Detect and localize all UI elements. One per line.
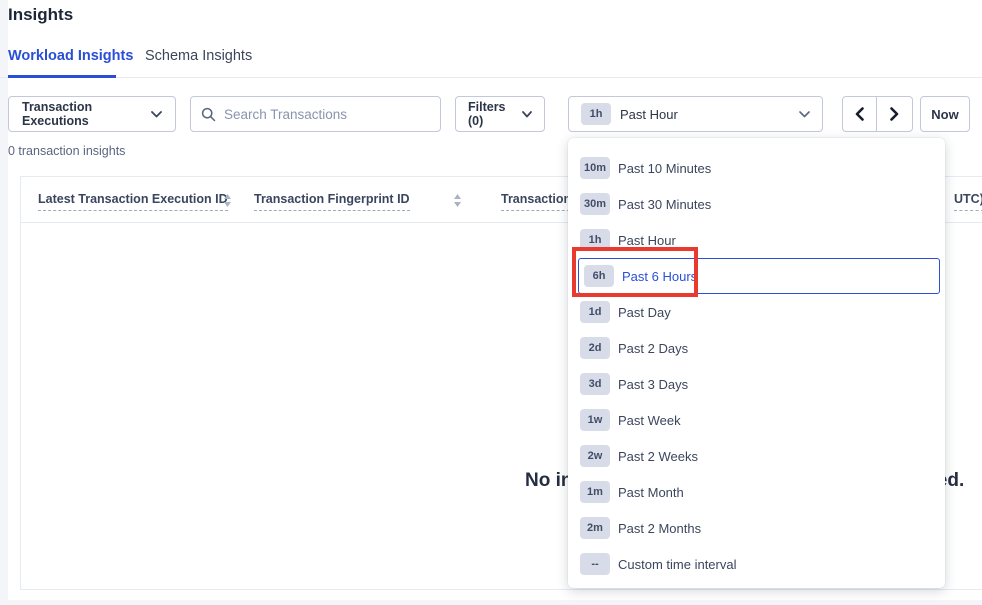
tab-workload-insights[interactable]: Workload Insights bbox=[8, 48, 133, 64]
annotation-rectangle bbox=[572, 247, 698, 297]
search-box[interactable] bbox=[190, 96, 441, 132]
time-option-past-month[interactable]: 1m Past Month bbox=[568, 474, 945, 510]
filters-label: Filters (0) bbox=[468, 100, 522, 128]
chevron-down-icon bbox=[522, 111, 532, 118]
search-icon bbox=[201, 107, 216, 122]
tab-schema-insights[interactable]: Schema Insights bbox=[145, 48, 252, 64]
time-interval-label: Past Hour bbox=[620, 107, 678, 122]
page-title: Insights bbox=[8, 5, 73, 25]
insights-count: 0 transaction insights bbox=[8, 144, 125, 158]
column-header-latest-transaction-execution-id[interactable]: Latest Transaction Execution ID bbox=[38, 192, 228, 206]
time-interval-select[interactable]: 1h Past Hour bbox=[568, 96, 823, 132]
time-interval-badge: 1h bbox=[581, 103, 611, 125]
active-tab-underline bbox=[8, 75, 116, 78]
time-option-past-2-days[interactable]: 2d Past 2 Days bbox=[568, 330, 945, 366]
column-header-start-time-utc[interactable]: UTC) bbox=[954, 192, 982, 206]
time-option-past-3-days[interactable]: 3d Past 3 Days bbox=[568, 366, 945, 402]
time-option-past-2-months[interactable]: 2m Past 2 Months bbox=[568, 510, 945, 546]
time-option-past-week[interactable]: 1w Past Week bbox=[568, 402, 945, 438]
filters-button[interactable]: Filters (0) bbox=[455, 96, 545, 132]
next-interval-button[interactable] bbox=[877, 96, 913, 132]
time-option-custom-interval[interactable]: -- Custom time interval bbox=[568, 546, 945, 582]
time-option-past-10-minutes[interactable]: 10m Past 10 Minutes bbox=[568, 150, 945, 186]
insights-page: Insights Workload Insights Schema Insigh… bbox=[0, 0, 982, 605]
chevron-down-icon bbox=[151, 111, 162, 118]
previous-interval-button[interactable] bbox=[842, 96, 877, 132]
time-option-past-day[interactable]: 1d Past Day bbox=[568, 294, 945, 330]
time-option-past-2-weeks[interactable]: 2w Past 2 Weeks bbox=[568, 438, 945, 474]
search-input[interactable] bbox=[224, 107, 430, 122]
sort-icon[interactable] bbox=[223, 194, 232, 207]
chevron-left-icon bbox=[855, 107, 864, 121]
page-background-strip bbox=[0, 600, 982, 605]
execution-type-select[interactable]: Transaction Executions bbox=[8, 96, 176, 132]
now-label: Now bbox=[931, 107, 958, 122]
column-header-transaction-fingerprint-id[interactable]: Transaction Fingerprint ID bbox=[254, 192, 410, 206]
execution-type-label: Transaction Executions bbox=[22, 100, 151, 128]
now-button[interactable]: Now bbox=[920, 96, 970, 132]
sort-icon[interactable] bbox=[453, 194, 462, 207]
time-range-nav bbox=[842, 96, 913, 132]
time-interval-dropdown: 10m Past 10 Minutes 30m Past 30 Minutes … bbox=[568, 138, 945, 588]
chevron-right-icon bbox=[890, 107, 899, 121]
tabs-divider bbox=[0, 77, 982, 78]
chevron-down-icon bbox=[799, 111, 810, 118]
time-option-past-30-minutes[interactable]: 30m Past 30 Minutes bbox=[568, 186, 945, 222]
